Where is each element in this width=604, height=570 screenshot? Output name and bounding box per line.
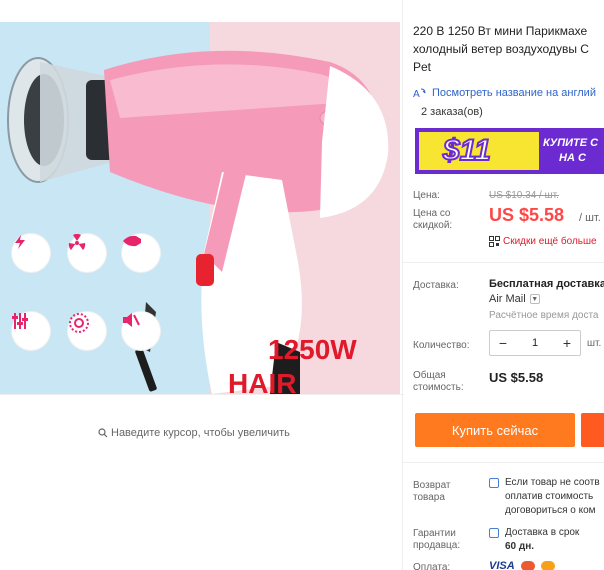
qr-code-icon bbox=[489, 236, 500, 247]
chevron-down-icon: ▼ bbox=[529, 294, 540, 304]
shipping-carrier-select[interactable]: Air Mail ▼ bbox=[489, 293, 540, 305]
translate-link-text: Посмотреть название на англий bbox=[432, 87, 596, 99]
quantity-increase-button[interactable]: + bbox=[554, 331, 580, 355]
guarantee-line1: Доставка в срок bbox=[505, 527, 580, 538]
quantity-stepper: − 1 + bbox=[489, 330, 581, 356]
guarantee-line2: 60 дн. bbox=[505, 541, 535, 552]
promo-amount: $11 bbox=[442, 133, 492, 168]
lightning-icon bbox=[12, 234, 50, 272]
quantity-label: Количество: bbox=[413, 340, 470, 351]
svg-text:A: A bbox=[413, 89, 420, 99]
product-title: 220 В 1250 Вт мини Парикмахе холодный ве… bbox=[413, 24, 589, 74]
promo-banner[interactable]: $11 КУПИТЕ С НА С bbox=[415, 128, 604, 174]
adjust-icon bbox=[12, 312, 50, 350]
total-price: US $5.58 bbox=[489, 370, 544, 385]
quantity-decrease-button[interactable]: − bbox=[490, 331, 516, 355]
product-image[interactable]: 1250W HAIR DRYER bbox=[0, 22, 400, 394]
hair-icon bbox=[122, 234, 160, 272]
add-to-cart-button[interactable] bbox=[581, 413, 604, 447]
mute-icon bbox=[122, 312, 160, 350]
magnifier-icon bbox=[98, 428, 108, 438]
more-discounts-text: Скидки ещё больше bbox=[503, 236, 597, 247]
divider bbox=[403, 262, 604, 263]
translate-icon: A bbox=[413, 88, 426, 99]
shipping-value: Бесплатная доставка bbox=[489, 278, 604, 290]
delivery-estimate: Расчётное время доста bbox=[489, 310, 599, 321]
return-policy-line3: договориться о ком bbox=[505, 505, 596, 516]
maestro-logo bbox=[540, 561, 555, 570]
return-policy-icon bbox=[489, 478, 499, 488]
price-label: Цена: bbox=[413, 190, 440, 201]
quantity-unit: шт. ( bbox=[587, 338, 604, 349]
total-label-line2: стоимость: bbox=[413, 382, 464, 393]
heat-coil-icon bbox=[68, 312, 106, 350]
promo-cta-line1: КУПИТЕ С bbox=[543, 137, 599, 149]
buy-now-button[interactable]: Купить сейчас bbox=[415, 413, 575, 447]
return-policy-line2: оплатив стоимость bbox=[505, 491, 594, 502]
orders-count: 2 заказа(ов) bbox=[421, 106, 483, 118]
more-discounts-link[interactable]: Скидки ещё больше bbox=[489, 236, 597, 247]
zoom-hint: Наведите курсор, чтобы увеличить bbox=[98, 427, 290, 439]
return-label-line2: товара bbox=[413, 492, 445, 503]
product-info-panel: 220 В 1250 Вт мини Парикмахе холодный ве… bbox=[402, 0, 604, 570]
payment-methods: VISA bbox=[489, 560, 555, 570]
return-policy-line1: Если товар не соотв bbox=[505, 477, 600, 488]
guarantee-label-line2: продавца: bbox=[413, 540, 461, 551]
quantity-input[interactable]: 1 bbox=[516, 337, 554, 349]
radiation-icon bbox=[68, 234, 106, 272]
payment-label: Оплата: bbox=[413, 562, 451, 570]
gallery-divider bbox=[0, 394, 404, 395]
old-price: US $10.34 / шт. bbox=[489, 190, 559, 201]
divider bbox=[403, 462, 604, 463]
shipping-carrier: Air Mail bbox=[489, 293, 526, 305]
delivery-guarantee-icon bbox=[489, 528, 499, 538]
return-label-line1: Возврат bbox=[413, 480, 451, 491]
discount-price: US $5.58 bbox=[489, 205, 565, 225]
visa-logo: VISA bbox=[489, 560, 515, 570]
mastercard-logo bbox=[520, 561, 535, 570]
shipping-label: Доставка: bbox=[413, 280, 459, 291]
total-label-line1: Общая bbox=[413, 370, 446, 381]
guarantee-label-line1: Гарантии bbox=[413, 528, 456, 539]
promo-product-name: HAIR DRYER bbox=[228, 368, 297, 394]
price-per-unit: / шт. bbox=[579, 212, 601, 224]
translate-title-link[interactable]: A Посмотреть название на англий bbox=[413, 87, 596, 99]
zoom-hint-text: Наведите курсор, чтобы увеличить bbox=[111, 427, 290, 439]
discount-price-label-line2: скидкой: bbox=[413, 220, 453, 231]
promo-cta: КУПИТЕ С НА С bbox=[543, 136, 598, 166]
discount-price-label-line1: Цена со bbox=[413, 208, 451, 219]
promo-cta-line2: НА С bbox=[559, 152, 586, 164]
promo-wattage: 1250W bbox=[268, 334, 357, 365]
